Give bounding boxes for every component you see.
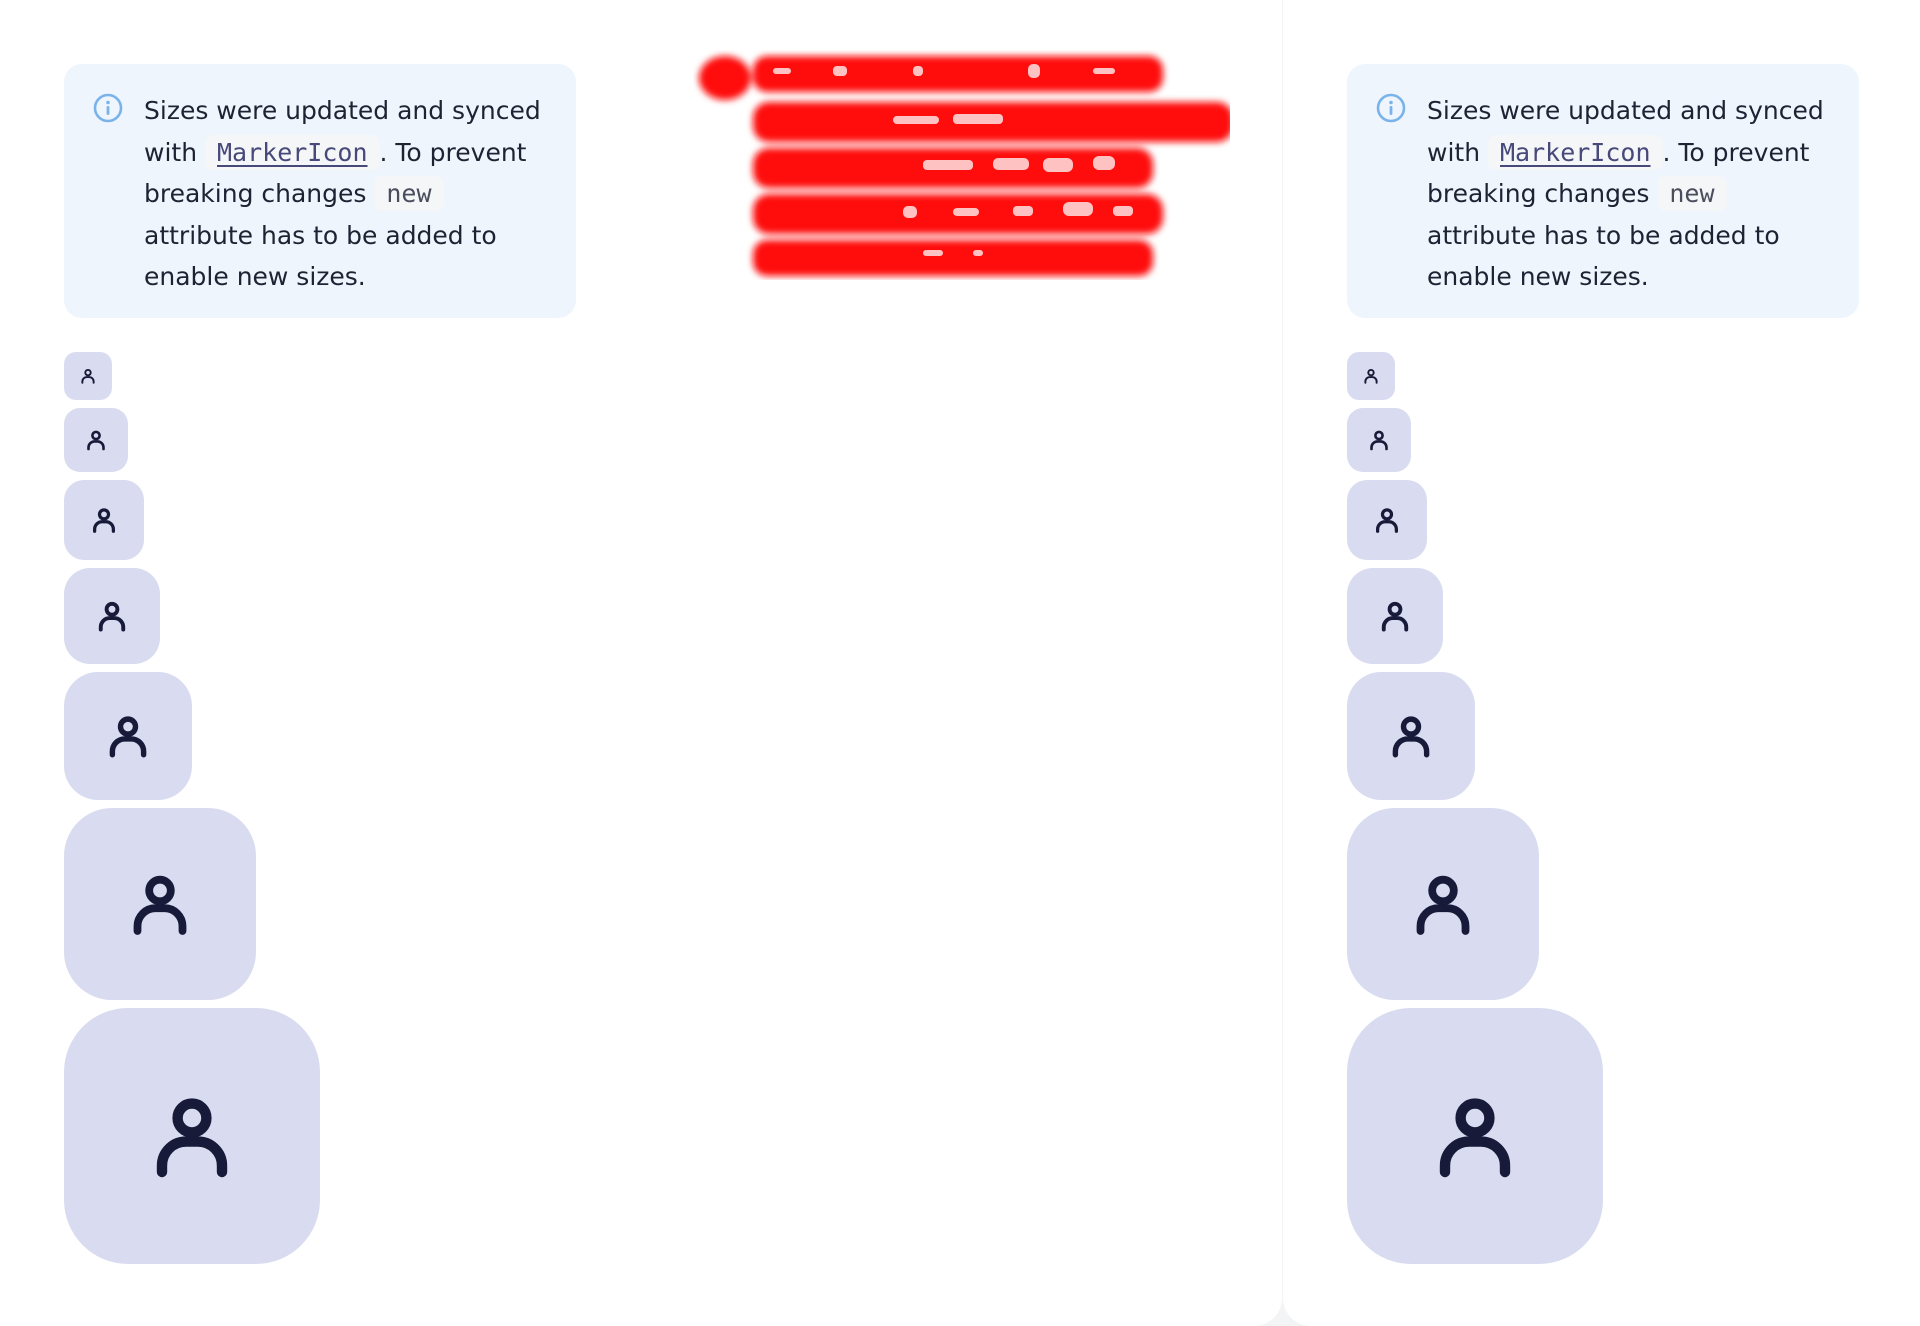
- user-icon: [1376, 508, 1398, 533]
- redacted-region: [699, 56, 1230, 276]
- user-icon: [98, 601, 126, 632]
- markericon-link[interactable]: MarkerIcon: [205, 134, 380, 170]
- user-icon: [87, 430, 105, 451]
- marker-icon-size-6: [64, 808, 256, 1000]
- callout-text-after: attribute has to be added to enable new …: [144, 220, 497, 292]
- marker-icon-size-1: [64, 352, 112, 400]
- marker-icon-size-2: [1347, 408, 1411, 472]
- marker-icon-size-5: [64, 672, 192, 800]
- info-callout: Sizes were updated and synced with Marke…: [64, 64, 576, 318]
- marker-icon-size-4: [1347, 568, 1443, 664]
- new-attribute-code: new: [1657, 176, 1727, 211]
- user-icon: [93, 508, 115, 533]
- marker-icon-size-4: [64, 568, 160, 664]
- callout-text-after: attribute has to be added to enable new …: [1427, 220, 1780, 292]
- info-icon: [1376, 93, 1406, 123]
- user-icon: [1439, 1098, 1511, 1178]
- user-icon: [133, 875, 187, 935]
- user-icon: [1381, 601, 1409, 632]
- marker-icon-size-7: [64, 1008, 320, 1264]
- marker-icon-size-3: [1347, 480, 1427, 560]
- user-icon: [1392, 716, 1430, 758]
- user-icon: [81, 368, 95, 384]
- user-icon: [156, 1098, 228, 1178]
- info-callout: Sizes were updated and synced with Marke…: [1347, 64, 1859, 318]
- marker-icon-size-7: [1347, 1008, 1603, 1264]
- markericon-link[interactable]: MarkerIcon: [1488, 134, 1663, 170]
- info-icon: [93, 93, 123, 123]
- user-icon: [109, 716, 147, 758]
- user-icon: [1370, 430, 1388, 451]
- marker-icon-size-6: [1347, 808, 1539, 1000]
- marker-icon-size-3: [64, 480, 144, 560]
- right-panel: Sizes were updated and synced with Marke…: [1283, 0, 1920, 1326]
- marker-icon-size-1: [1347, 352, 1395, 400]
- user-icon: [1364, 368, 1378, 384]
- new-attribute-code: new: [374, 176, 444, 211]
- left-panel: Sizes were updated and synced with Marke…: [0, 0, 1282, 1326]
- user-icon: [1416, 875, 1470, 935]
- page: Sizes were updated and synced with Marke…: [0, 0, 1920, 1326]
- marker-icon-size-5: [1347, 672, 1475, 800]
- marker-icon-size-2: [64, 408, 128, 472]
